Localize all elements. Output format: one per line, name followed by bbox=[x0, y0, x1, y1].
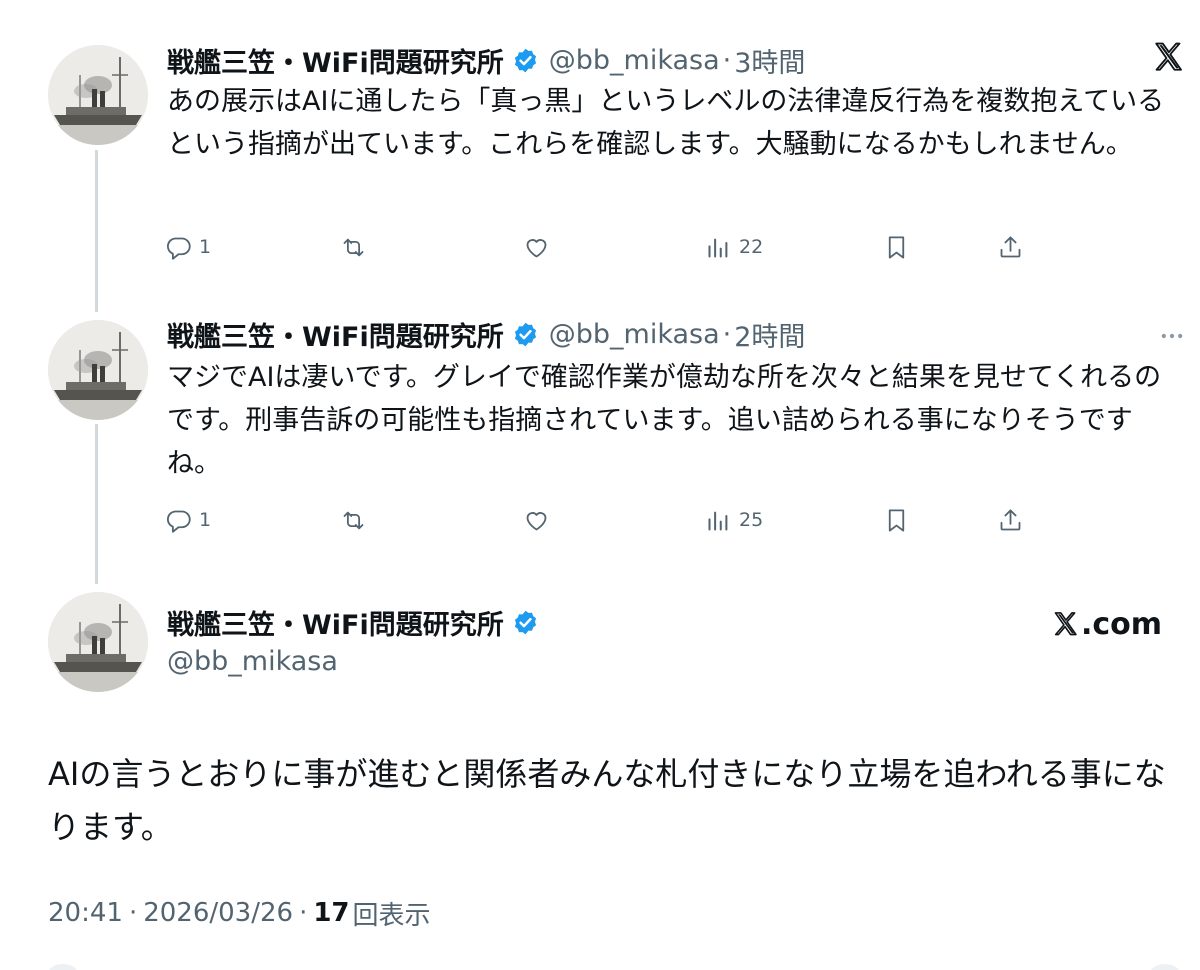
author-name[interactable]: 戦艦三笠・WiFi問題研究所 bbox=[167, 41, 504, 80]
peek-shape bbox=[48, 964, 78, 970]
retweet-icon bbox=[343, 511, 364, 529]
tweet-actions: 1 25 bbox=[165, 502, 1035, 538]
tweet-text: あの展示はAIに通したら「真っ黒」というレベルの法律違反行為を複数抱えているとい… bbox=[167, 86, 1165, 160]
views-count: 25 bbox=[739, 509, 764, 531]
views-button[interactable]: 25 bbox=[705, 502, 763, 538]
peek-shape bbox=[1150, 964, 1180, 970]
separator-dot: · bbox=[128, 898, 138, 928]
verified-badge-icon bbox=[514, 322, 536, 346]
tweet-header: 戦艦三笠・WiFi問題研究所 @bb_mikasa · 2時間 bbox=[167, 312, 805, 356]
author-name[interactable]: 戦艦三笠・WiFi問題研究所 bbox=[167, 315, 504, 354]
tweet-timestamp[interactable]: 20:41 bbox=[48, 898, 123, 928]
bookmark-icon bbox=[888, 508, 905, 532]
author-handle[interactable]: @bb_mikasa bbox=[549, 45, 720, 76]
x-logo-icon[interactable] bbox=[1152, 40, 1186, 74]
like-button[interactable] bbox=[523, 502, 557, 538]
separator-dot: · bbox=[722, 318, 732, 350]
share-icon bbox=[1000, 235, 1021, 257]
view-count-label: 回表示 bbox=[352, 900, 431, 931]
share-button[interactable] bbox=[997, 229, 1024, 265]
share-button[interactable] bbox=[997, 502, 1024, 538]
bookmark-icon bbox=[888, 235, 905, 259]
main-tweet-header: 戦艦三笠・WiFi問題研究所 bbox=[167, 600, 539, 644]
bookmark-button[interactable] bbox=[883, 229, 910, 265]
thread-line-2 bbox=[95, 424, 98, 584]
x-logo-icon bbox=[1054, 612, 1077, 636]
author-name[interactable]: 戦艦三笠・WiFi問題研究所 bbox=[167, 603, 504, 642]
reply-icon bbox=[167, 510, 191, 533]
more-options-icon[interactable] bbox=[1158, 322, 1186, 350]
analytics-icon bbox=[708, 511, 728, 531]
verified-badge-icon bbox=[514, 610, 536, 634]
views-count: 22 bbox=[739, 236, 764, 258]
tweet-time[interactable]: 3時間 bbox=[734, 41, 805, 80]
xcom-label: .com bbox=[1081, 606, 1163, 642]
reply-icon bbox=[167, 237, 191, 260]
separator-dot: · bbox=[299, 898, 308, 928]
like-button[interactable] bbox=[523, 229, 557, 265]
heart-icon bbox=[526, 511, 547, 530]
tweet-time[interactable]: 2時間 bbox=[734, 315, 805, 354]
views-button[interactable]: 22 bbox=[705, 229, 763, 265]
reply-button[interactable]: 1 bbox=[165, 229, 211, 265]
bookmark-button[interactable] bbox=[883, 502, 910, 538]
separator-dot: · bbox=[722, 44, 732, 76]
author-handle[interactable]: @bb_mikasa bbox=[167, 640, 338, 684]
avatar-battleship-image bbox=[48, 45, 148, 145]
main-tweet-text: AIの言うとおりに事が進むと関係者みんな札付きになり立場を追われる事になります。 bbox=[48, 755, 1166, 846]
retweet-icon bbox=[343, 238, 364, 256]
tweet-text: マジでAIは凄いです。グレイで確認作業が億劫な所を次々と結果を見せてくれるのです… bbox=[167, 362, 1162, 479]
avatar-battleship-image bbox=[48, 592, 148, 692]
next-row-peek bbox=[0, 962, 1200, 970]
reply-button[interactable]: 1 bbox=[165, 502, 211, 538]
reply-count: 1 bbox=[199, 236, 212, 258]
tweet-date[interactable]: 2026/03/26 bbox=[143, 898, 293, 928]
tweet-actions: 1 22 bbox=[165, 229, 1035, 265]
share-icon bbox=[1000, 508, 1021, 530]
heart-icon bbox=[526, 238, 547, 257]
reply-count: 1 bbox=[199, 509, 212, 531]
avatar[interactable] bbox=[48, 592, 148, 692]
avatar-battleship-image bbox=[48, 320, 148, 420]
retweet-button[interactable] bbox=[340, 502, 374, 538]
author-handle[interactable]: @bb_mikasa bbox=[549, 319, 720, 350]
avatar[interactable] bbox=[48, 320, 148, 420]
view-count: 17 bbox=[313, 898, 350, 928]
tweet-meta: 20:41 · 2026/03/26 · 17 回表示 bbox=[48, 893, 431, 933]
xcom-source-badge[interactable]: .com bbox=[1052, 604, 1162, 644]
avatar[interactable] bbox=[48, 45, 148, 145]
retweet-button[interactable] bbox=[340, 229, 374, 265]
analytics-icon bbox=[708, 238, 728, 258]
verified-badge-icon bbox=[514, 48, 536, 72]
tweet-header: 戦艦三笠・WiFi問題研究所 @bb_mikasa · 3時間 bbox=[167, 38, 805, 82]
thread-line-1 bbox=[95, 150, 98, 312]
